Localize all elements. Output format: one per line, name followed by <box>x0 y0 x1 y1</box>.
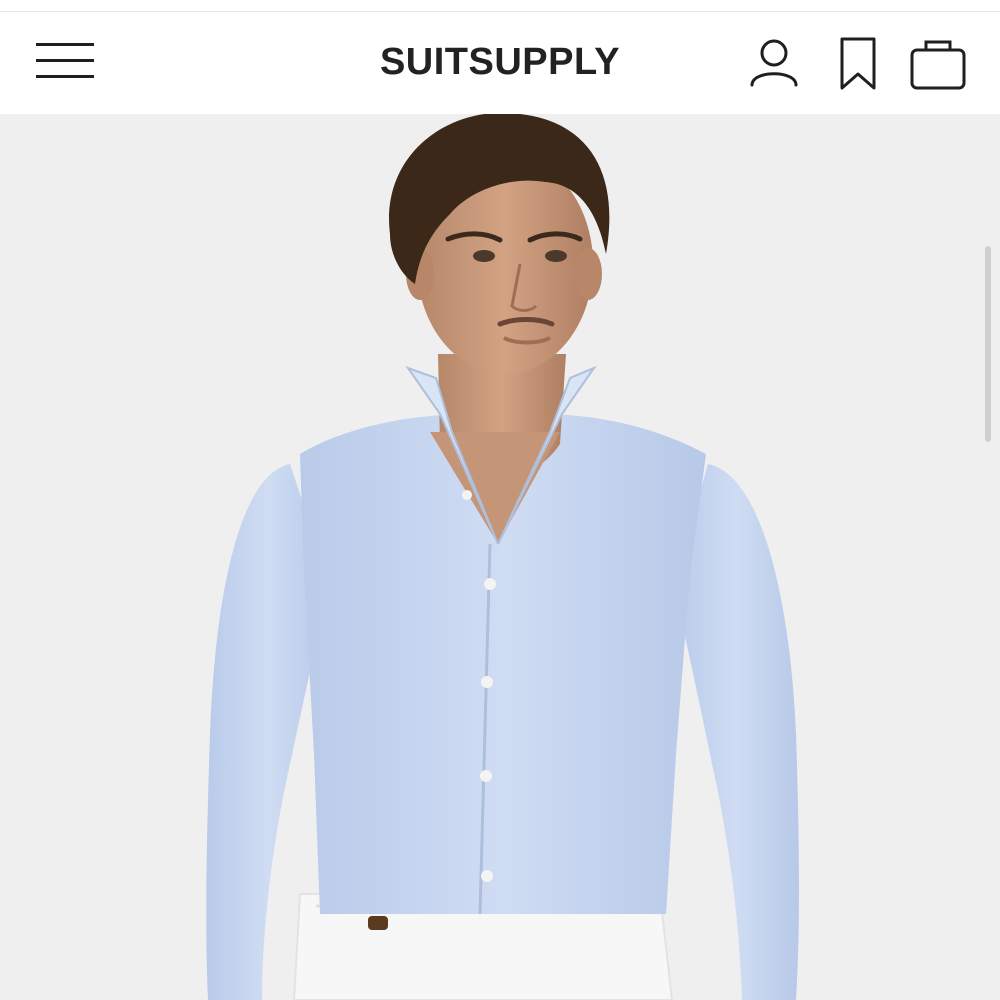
status-strip <box>0 0 1000 12</box>
model-illustration <box>206 114 799 1000</box>
shopping-bag-icon[interactable] <box>908 36 968 92</box>
menu-line <box>36 59 94 62</box>
menu-line <box>36 75 94 78</box>
hamburger-menu-icon[interactable] <box>36 42 94 82</box>
scrollbar[interactable] <box>985 246 991 442</box>
menu-line <box>36 43 94 46</box>
user-icon[interactable] <box>748 36 800 88</box>
site-header: SUITSUPPLY <box>0 12 1000 114</box>
product-image[interactable] <box>0 114 1000 1000</box>
brand-logo[interactable]: SUITSUPPLY <box>300 40 700 84</box>
bookmark-icon[interactable] <box>836 36 880 92</box>
